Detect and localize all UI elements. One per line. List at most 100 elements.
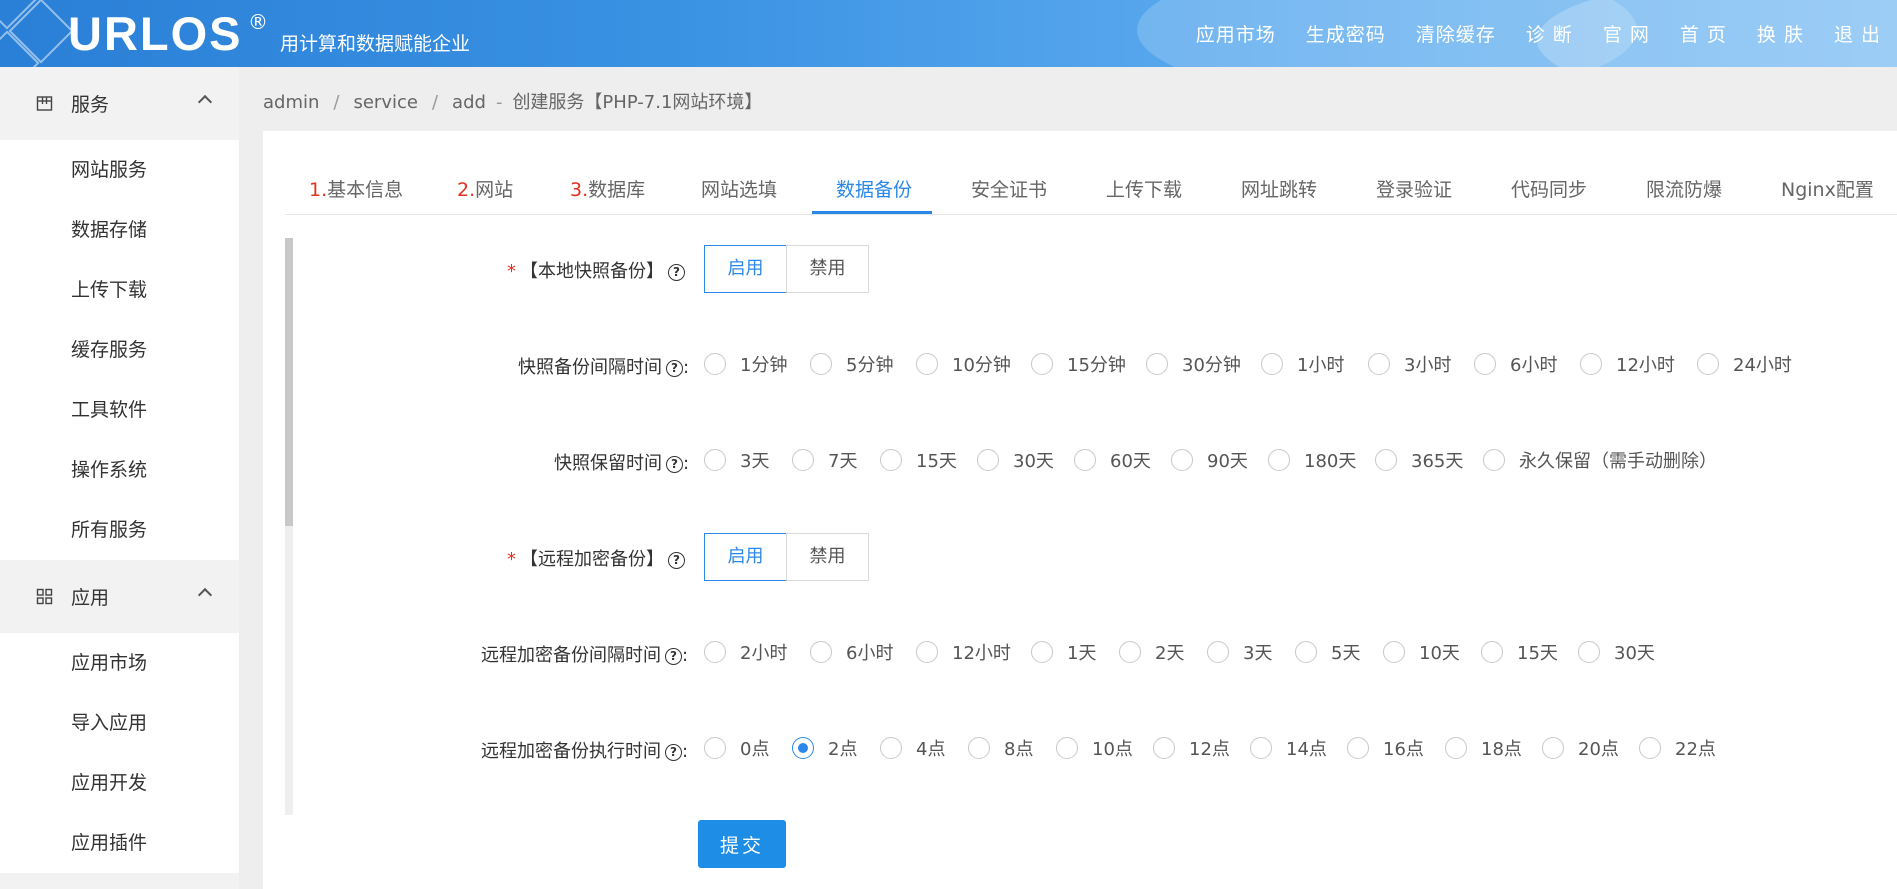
- logo[interactable]: URLOS: [68, 6, 243, 61]
- radio-circle-checked: [792, 737, 814, 759]
- radio-option[interactable]: 永久保留（需手动删除）: [1483, 447, 1717, 473]
- sidebar-item-os[interactable]: 操作系统: [0, 440, 239, 500]
- radio-option[interactable]: 18点: [1445, 735, 1522, 761]
- sidebar-item-cache-service[interactable]: 缓存服务: [0, 320, 239, 380]
- sidebar-item-all-services[interactable]: 所有服务: [0, 500, 239, 560]
- sidebar-group-service[interactable]: 服务: [0, 67, 239, 140]
- help-icon[interactable]: ?: [668, 551, 685, 569]
- radio-option[interactable]: 12小时: [916, 639, 1011, 665]
- radio-option[interactable]: 10点: [1056, 735, 1133, 761]
- radio-circle: [1074, 449, 1096, 471]
- radio-option[interactable]: 14点: [1250, 735, 1327, 761]
- radio-option[interactable]: 3小时: [1368, 351, 1451, 377]
- nav-logout[interactable]: 退 出: [1834, 20, 1881, 47]
- radio-option[interactable]: 10天: [1383, 639, 1460, 665]
- nav-official-site[interactable]: 官 网: [1603, 20, 1650, 47]
- help-icon[interactable]: ?: [665, 743, 682, 761]
- radio-option[interactable]: 30天: [1578, 639, 1655, 665]
- nav-skin[interactable]: 换 肤: [1757, 20, 1804, 47]
- remote-backup-enable-button[interactable]: 启用: [704, 533, 787, 581]
- radio-option[interactable]: 365天: [1375, 447, 1463, 473]
- radio-circle: [1383, 641, 1405, 663]
- radio-circle: [1207, 641, 1229, 663]
- radio-option[interactable]: 60天: [1074, 447, 1151, 473]
- radio-option[interactable]: 15分钟: [1031, 351, 1126, 377]
- radio-circle: [1697, 353, 1719, 375]
- radio-option[interactable]: 12小时: [1580, 351, 1675, 377]
- chevron-up-icon: [197, 94, 213, 110]
- help-icon[interactable]: ?: [665, 647, 682, 665]
- radio-option[interactable]: 3天: [704, 447, 769, 473]
- radio-option[interactable]: 0点: [704, 735, 769, 761]
- radio-option[interactable]: 5天: [1295, 639, 1360, 665]
- radio-option[interactable]: 8点: [968, 735, 1033, 761]
- nav-generate-password[interactable]: 生成密码: [1306, 20, 1386, 47]
- tab-login-auth[interactable]: 登录验证: [1376, 175, 1452, 202]
- tab-database[interactable]: 3.数据库: [570, 175, 645, 202]
- local-snapshot-enable-button[interactable]: 启用: [704, 245, 787, 293]
- sidebar-item-data-storage[interactable]: 数据存储: [0, 200, 239, 260]
- page-title: 创建服务【PHP-7.1网站环境】: [512, 92, 763, 113]
- radio-option[interactable]: 7天: [792, 447, 857, 473]
- radio-option[interactable]: 2小时: [704, 639, 787, 665]
- nav-diagnose[interactable]: 诊 断: [1526, 20, 1573, 47]
- tab-data-backup[interactable]: 数据备份: [836, 175, 912, 202]
- tab-upload-download[interactable]: 上传下载: [1106, 175, 1182, 202]
- tab-code-sync[interactable]: 代码同步: [1511, 175, 1587, 202]
- radio-circle: [1578, 641, 1600, 663]
- radio-option[interactable]: 1分钟: [704, 351, 787, 377]
- radio-option[interactable]: 15天: [1481, 639, 1558, 665]
- radio-option[interactable]: 90天: [1171, 447, 1248, 473]
- radio-option[interactable]: 5分钟: [810, 351, 893, 377]
- radio-option[interactable]: 24小时: [1697, 351, 1792, 377]
- radio-option[interactable]: 12点: [1153, 735, 1230, 761]
- radio-option[interactable]: 180天: [1268, 447, 1356, 473]
- radio-option[interactable]: 22点: [1639, 735, 1716, 761]
- remote-backup-disable-button[interactable]: 禁用: [786, 533, 869, 581]
- sidebar-group-apps[interactable]: 应用: [0, 560, 239, 633]
- radio-option[interactable]: 10分钟: [916, 351, 1011, 377]
- radio-option[interactable]: 30天: [977, 447, 1054, 473]
- help-icon[interactable]: ?: [666, 455, 683, 473]
- breadcrumb-item[interactable]: admin: [263, 92, 319, 113]
- submit-button[interactable]: 提交: [698, 820, 786, 868]
- tab-nginx-config[interactable]: Nginx配置: [1781, 175, 1874, 202]
- sidebar-item-app-market[interactable]: 应用市场: [0, 633, 239, 693]
- radio-option[interactable]: 3天: [1207, 639, 1272, 665]
- radio-option[interactable]: 20点: [1542, 735, 1619, 761]
- tab-url-redirect[interactable]: 网址跳转: [1241, 175, 1317, 202]
- tab-website[interactable]: 2.网站: [457, 175, 513, 202]
- remote-backup-label: * 【远程加密备份】?: [507, 545, 685, 571]
- nav-clear-cache[interactable]: 清除缓存: [1416, 20, 1496, 47]
- local-snapshot-disable-button[interactable]: 禁用: [786, 245, 869, 293]
- radio-option[interactable]: 6小时: [1474, 351, 1557, 377]
- radio-option[interactable]: 4点: [880, 735, 945, 761]
- breadcrumb-item[interactable]: service: [353, 92, 417, 113]
- tab-ssl-cert[interactable]: 安全证书: [971, 175, 1047, 202]
- radio-option[interactable]: 2天: [1119, 639, 1184, 665]
- tab-rate-limit[interactable]: 限流防爆: [1646, 175, 1722, 202]
- radio-option[interactable]: 15天: [880, 447, 957, 473]
- radio-option[interactable]: 6小时: [810, 639, 893, 665]
- nav-home[interactable]: 首 页: [1680, 20, 1727, 47]
- sidebar-item-tools[interactable]: 工具软件: [0, 380, 239, 440]
- tab-basic-info[interactable]: 1.基本信息: [309, 175, 403, 202]
- radio-option[interactable]: 16点: [1347, 735, 1424, 761]
- radio-circle: [1261, 353, 1283, 375]
- sidebar-item-app-plugins[interactable]: 应用插件: [0, 813, 239, 873]
- radio-option[interactable]: 1小时: [1261, 351, 1344, 377]
- sidebar-item-app-dev[interactable]: 应用开发: [0, 753, 239, 813]
- radio-circle: [1171, 449, 1193, 471]
- nav-app-market[interactable]: 应用市场: [1196, 20, 1276, 47]
- radio-option[interactable]: 30分钟: [1146, 351, 1241, 377]
- sidebar-item-upload-download[interactable]: 上传下载: [0, 260, 239, 320]
- radio-option[interactable]: 2点: [792, 735, 857, 761]
- radio-circle: [1250, 737, 1272, 759]
- help-icon[interactable]: ?: [666, 359, 683, 377]
- radio-option[interactable]: 1天: [1031, 639, 1096, 665]
- sidebar-item-import-app[interactable]: 导入应用: [0, 693, 239, 753]
- tab-website-optional[interactable]: 网站选填: [701, 175, 777, 202]
- sidebar-item-website-service[interactable]: 网站服务: [0, 140, 239, 200]
- help-icon[interactable]: ?: [668, 263, 685, 281]
- scrollbar-thumb[interactable]: [285, 238, 293, 526]
